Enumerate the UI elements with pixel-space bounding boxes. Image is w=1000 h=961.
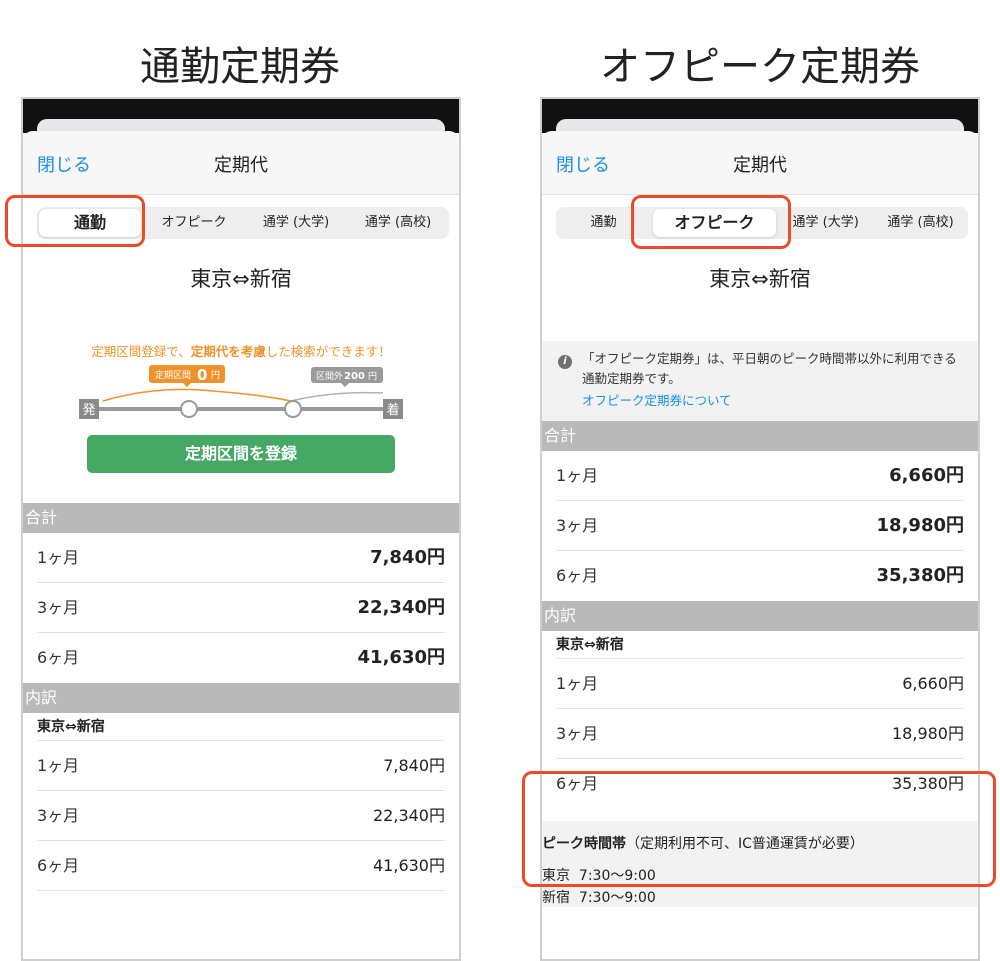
total-period: 6ヶ月 [556,566,599,585]
nav-bar: 閉じる 定期代 [23,131,459,195]
total-row: 6ヶ月 35,380円 [556,551,964,601]
breakdown-header: 内訳 [542,601,978,631]
nav-bar: 閉じる 定期代 [542,131,978,195]
info-icon: i [558,355,572,369]
heading-commuter-pass: 通勤定期券 [140,44,340,90]
breakdown-period: 3ヶ月 [556,724,599,743]
breakdown-price: 6,660円 [902,674,964,693]
total-row: 1ヶ月 7,840円 [37,533,445,583]
breakdown-route: 東京⇔新宿 [37,713,445,741]
badge-out-range-amount: 200 [344,371,365,382]
breakdown-price: 18,980円 [892,724,964,743]
total-price: 41,630円 [357,647,445,668]
total-period: 1ヶ月 [37,548,80,567]
breakdown-price: 41,630円 [373,856,445,875]
badge-out-range-unit: 円 [368,371,377,382]
nav-title: 定期代 [733,155,787,176]
badge-in-range: 定期区間 [155,369,191,381]
total-price: 7,840円 [370,547,445,568]
highlight-commuter-tab [5,195,145,247]
breakdown-row: 1ヶ月 6,660円 [556,659,964,709]
tab-student-univ[interactable]: 通学 (大学) [245,207,347,239]
tab-student-high[interactable]: 通学 (高校) [873,207,968,239]
badge-in-range-amount: 0 [197,366,207,384]
total-price: 35,380円 [876,565,964,586]
register-section-button[interactable]: 定期区間を登録 [87,435,395,473]
offpeak-about-link[interactable]: オフピーク定期券について [582,391,732,411]
info-text: 「オフピーク定期券」は、平日朝のピーク時間帯以外に利用できる通勤定期券です。 [582,351,957,386]
breakdown-period: 6ヶ月 [37,856,80,875]
breakdown-price: 22,340円 [373,806,445,825]
total-row: 3ヶ月 18,980円 [556,501,964,551]
total-header: 合計 [542,421,978,451]
total-period: 3ヶ月 [37,598,80,617]
total-row: 1ヶ月 6,660円 [556,451,964,501]
route-label: 東京⇔新宿 [190,267,292,291]
total-price: 22,340円 [357,597,445,618]
total-row: 6ヶ月 41,630円 [37,633,445,683]
diagram-from: 発 [82,403,95,418]
route-label: 東京⇔新宿 [709,267,811,291]
total-row: 3ヶ月 22,340円 [37,583,445,633]
breakdown-price: 7,840円 [383,756,445,775]
heading-offpeak-pass: オフピーク定期券 [600,44,920,90]
breakdown-row: 1ヶ月 7,840円 [37,741,445,791]
total-price: 18,980円 [876,515,964,536]
highlight-offpeak-tab [631,195,791,249]
promo-text-c: した検索ができます！ [265,344,391,359]
status-bar [23,99,459,139]
promo-text-a: 定期区間登録で、 [91,344,191,359]
fare-sheet: 閉じる 定期代 通勤 オフピーク 通学 (大学) 通学 (高校) 東京⇔新宿 定… [23,131,459,959]
badge-out-range: 区間外 [316,370,343,382]
peak-station: 新宿 [542,890,570,906]
total-period: 3ヶ月 [556,516,599,535]
tab-student-univ[interactable]: 通学 (大学) [778,207,873,239]
route-diagram: 発 着 定期区間 0 円 区間外 200 円 [79,365,403,419]
breakdown-row: 6ヶ月 41,630円 [37,841,445,891]
breakdown-period: 1ヶ月 [556,674,599,693]
breakdown-period: 1ヶ月 [37,756,80,775]
nav-title: 定期代 [214,155,268,176]
peak-row: 新宿 7:30〜9:00 [542,887,656,907]
breakdown-row: 3ヶ月 18,980円 [556,709,964,759]
peak-time: 7:30〜9:00 [578,890,656,906]
breakdown-route: 東京⇔新宿 [556,631,964,659]
breakdown-period: 3ヶ月 [37,806,80,825]
offpeak-info: i 「オフピーク定期券」は、平日朝のピーク時間帯以外に利用できる通勤定期券です。… [542,341,978,421]
promo-text-b: 定期代を考慮 [190,344,266,359]
highlight-peak-hours [522,771,996,887]
badge-in-range-unit: 円 [211,370,220,381]
diagram-to: 着 [386,402,399,418]
breakdown-row: 3ヶ月 22,340円 [37,791,445,841]
breakdown-header: 内訳 [23,683,459,713]
total-period: 1ヶ月 [556,466,599,485]
promo-text: 定期区間登録で、定期代を考慮した検索ができます！ [23,341,459,360]
tab-offpeak[interactable]: オフピーク [143,207,245,239]
total-header: 合計 [23,503,459,533]
tab-student-high[interactable]: 通学 (高校) [347,207,449,239]
total-period: 6ヶ月 [37,648,80,667]
total-price: 6,660円 [889,465,964,486]
status-bar [542,99,978,139]
